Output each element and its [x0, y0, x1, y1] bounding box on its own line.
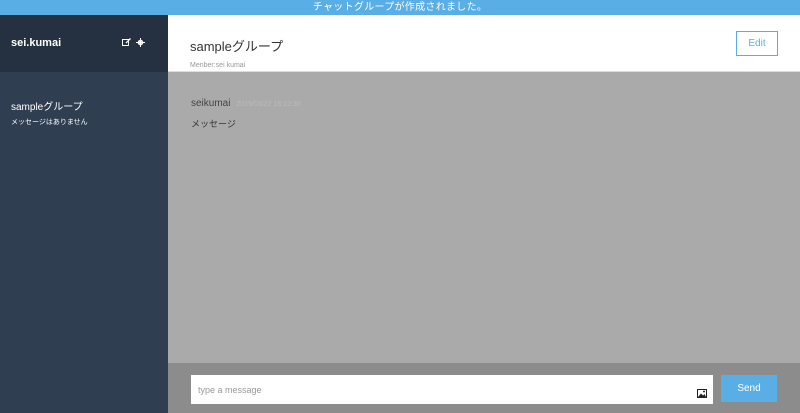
- chat-header: sampleグループ Menber:sei kumai Edit: [168, 15, 800, 72]
- message-time: 2019/03/22 16:22:30: [236, 101, 301, 108]
- message-meta: seikumai 2019/03/22 16:22:30: [191, 98, 301, 109]
- message-list: seikumai 2019/03/22 16:22:30 メッセージ: [168, 72, 800, 363]
- send-button[interactable]: Send: [721, 375, 777, 402]
- sidebar-header: sei.kumai: [0, 15, 168, 72]
- user-name: sei.kumai: [11, 37, 62, 49]
- header-icons: [122, 38, 145, 47]
- message: seikumai 2019/03/22 16:22:30 メッセージ: [191, 98, 301, 130]
- edit-button[interactable]: Edit: [736, 31, 778, 56]
- image-icon[interactable]: [697, 385, 707, 398]
- group-last-message: メッセージはありません: [11, 119, 88, 126]
- message-user: seikumai: [191, 98, 231, 109]
- gear-icon[interactable]: [136, 38, 145, 47]
- group-name: sampleグループ: [11, 102, 83, 113]
- message-input[interactable]: [191, 375, 713, 404]
- group-list-item[interactable]: sampleグループ メッセージはありません: [11, 98, 88, 127]
- message-form: Send: [168, 363, 800, 413]
- group-members: Menber:sei kumai: [190, 62, 246, 69]
- sidebar: sei.kumai sampleグループ メッセージはありません: [0, 15, 168, 413]
- notice-bar: チャットグループが作成されました。: [0, 0, 800, 15]
- edit-icon[interactable]: [122, 38, 131, 47]
- message-text: メッセージ: [191, 119, 236, 129]
- group-title: sampleグループ: [190, 39, 284, 54]
